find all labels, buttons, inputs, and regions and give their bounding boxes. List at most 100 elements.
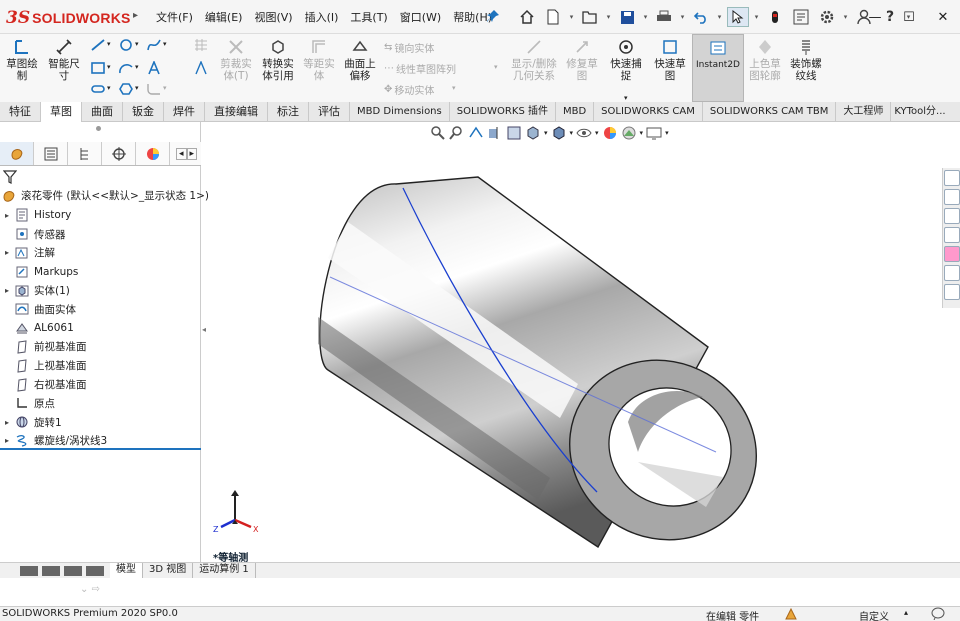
tab-direct-editing[interactable]: 直接编辑	[205, 102, 268, 122]
appearances-icon[interactable]	[944, 246, 960, 262]
rollback-bar[interactable]	[0, 448, 201, 450]
chevron-down-icon[interactable]: ▾	[163, 40, 167, 48]
tab-evaluate[interactable]: 评估	[309, 102, 350, 122]
tab-motion-study-1[interactable]: 运动算例 1	[193, 563, 256, 578]
expand-arrow-icon[interactable]: ▸	[0, 418, 14, 427]
text-a-icon[interactable]	[146, 61, 162, 75]
panel-collapse-handle[interactable]	[96, 126, 101, 131]
tree-item-solid-bodies[interactable]: ▸ 实体(1)	[0, 281, 201, 300]
circle-icon[interactable]	[118, 38, 134, 52]
tab-mbd[interactable]: MBD	[556, 102, 595, 122]
chevron-down-icon[interactable]: ▾	[135, 40, 139, 48]
maximize-icon[interactable]: ☐	[892, 2, 926, 32]
scroll-prev-icon[interactable]	[42, 565, 60, 576]
arc-icon[interactable]	[118, 61, 134, 75]
collapsed-panel-chevron[interactable]: ⌄ ⇨	[80, 584, 100, 595]
chevron-down-icon[interactable]: ▾	[107, 40, 111, 48]
display-style-icon[interactable]	[551, 125, 567, 141]
linear-pattern-button[interactable]: ⋯ 线性草图阵列	[384, 61, 456, 76]
hide-show-items-icon[interactable]	[576, 125, 592, 141]
menu-file[interactable]: 文件(F)	[150, 9, 199, 27]
tab-dimxpert[interactable]	[102, 142, 136, 165]
rebuild-status-icon[interactable]	[784, 607, 798, 621]
chevron-down-icon[interactable]: ▾	[605, 13, 612, 21]
rectangle-icon[interactable]	[90, 61, 106, 75]
chevron-down-icon[interactable]: ▾	[665, 129, 669, 137]
tab-scroll-arrows[interactable]: ◂ ▸	[176, 147, 198, 160]
menu-view[interactable]: 视图(V)	[248, 9, 298, 27]
tab-display-manager[interactable]	[136, 142, 170, 165]
mirror-entities-button[interactable]: ⇆ 镜向实体	[384, 40, 434, 55]
file-explorer-icon[interactable]	[944, 208, 960, 224]
home-icon[interactable]	[516, 7, 538, 27]
chevron-down-icon[interactable]: ▾	[568, 13, 575, 21]
cosmetic-thread-button[interactable]: 装饰螺 纹线	[788, 38, 824, 82]
forum-icon[interactable]	[944, 284, 960, 300]
tree-item-surface-bodies[interactable]: 曲面实体	[0, 300, 201, 319]
tree-item-revolve1[interactable]: ▸ 旋转1	[0, 413, 201, 432]
unit-system[interactable]: 自定义	[859, 608, 889, 621]
expand-arrow-icon[interactable]: ▸	[0, 286, 14, 295]
tab-weldments[interactable]: 焊件	[164, 102, 205, 122]
new-document-icon[interactable]	[542, 7, 564, 27]
tree-item-sensors[interactable]: 传感器	[0, 225, 201, 244]
offset-on-surface-button[interactable]: 曲面上 偏移	[340, 38, 380, 82]
chevron-down-icon[interactable]: ▾	[640, 129, 644, 137]
menu-edit[interactable]: 编辑(E)	[199, 9, 249, 27]
tab-3d-views[interactable]: 3D 视图	[143, 563, 194, 578]
previous-view-icon[interactable]	[468, 125, 484, 141]
tab-sketch[interactable]: 草图	[41, 102, 82, 122]
spline-icon[interactable]	[146, 38, 162, 52]
custom-properties-icon[interactable]	[944, 265, 960, 281]
open-folder-icon[interactable]	[579, 7, 601, 27]
rapid-sketch-button[interactable]: 快速草 图	[652, 38, 688, 82]
slot-icon[interactable]	[90, 82, 106, 96]
view-palette-icon[interactable]	[944, 227, 960, 243]
chevron-down-icon[interactable]: ▾	[753, 13, 760, 21]
view-settings-icon[interactable]	[646, 125, 662, 141]
edit-appearance-icon[interactable]	[602, 125, 618, 141]
tab-property-manager[interactable]	[34, 142, 68, 165]
dynamic-annotation-icon[interactable]	[506, 125, 522, 141]
tree-item-right-plane[interactable]: 右视基准面	[0, 375, 201, 394]
scroll-first-icon[interactable]	[20, 565, 38, 576]
close-icon[interactable]: ✕	[926, 2, 960, 32]
tab-model[interactable]: 模型	[110, 563, 143, 578]
chevron-down-icon[interactable]: ▾	[716, 13, 723, 21]
polygon-icon[interactable]	[118, 82, 134, 96]
tree-root-part[interactable]: 滚花零件 (默认<<默认>_显示状态 1>)	[2, 188, 209, 203]
tab-solidworks-cam-tbm[interactable]: SOLIDWORKS CAM TBM	[703, 102, 837, 122]
tree-item-annotations[interactable]: ▸ 注解	[0, 244, 201, 263]
tree-item-front-plane[interactable]: 前视基准面	[0, 338, 201, 357]
chevron-up-icon[interactable]: ▴	[904, 608, 908, 617]
select-pointer-icon[interactable]	[727, 7, 749, 27]
menu-insert[interactable]: 插入(I)	[299, 9, 345, 27]
tree-item-origin[interactable]: 原点	[0, 394, 201, 413]
repair-sketch-button[interactable]: 修复草 图	[564, 38, 600, 82]
tab-kytool[interactable]: KYTool分...	[891, 102, 948, 122]
expand-arrow-icon[interactable]: ▸	[0, 248, 14, 257]
chevron-down-icon[interactable]: ▾	[642, 13, 649, 21]
knurled-cylinder-part[interactable]	[318, 176, 789, 562]
chevron-down-icon[interactable]: ▾	[679, 13, 686, 21]
line-icon[interactable]	[90, 38, 106, 52]
chevron-down-icon[interactable]: ▾	[135, 84, 139, 92]
tab-features[interactable]: 特征	[0, 102, 41, 122]
scroll-next-icon[interactable]	[64, 565, 82, 576]
convert-entities-button[interactable]: 转换实 体引用	[258, 38, 298, 82]
chevron-down-icon[interactable]: ▾	[595, 129, 599, 137]
menu-window[interactable]: 窗口(W)	[394, 9, 447, 27]
chevron-down-icon[interactable]: ▾	[624, 94, 628, 102]
panel-splitter-handle[interactable]: ◂	[202, 325, 207, 339]
tab-solidworks-cam[interactable]: SOLIDWORKS CAM	[594, 102, 703, 122]
chevron-down-icon[interactable]: ▾	[570, 129, 574, 137]
expand-arrow-icon[interactable]: ▸	[0, 436, 14, 445]
zoom-to-area-icon[interactable]	[449, 125, 465, 141]
scroll-last-icon[interactable]	[86, 565, 104, 576]
expand-arrow-icon[interactable]: ▸	[0, 211, 14, 220]
tree-item-material[interactable]: AL6061	[0, 319, 201, 338]
print-icon[interactable]	[653, 7, 675, 27]
fillet-icon[interactable]	[146, 82, 162, 96]
graphics-area[interactable]: Z X	[208, 122, 960, 562]
trim-entities-button[interactable]: 剪裁实 体(T)	[216, 38, 256, 82]
